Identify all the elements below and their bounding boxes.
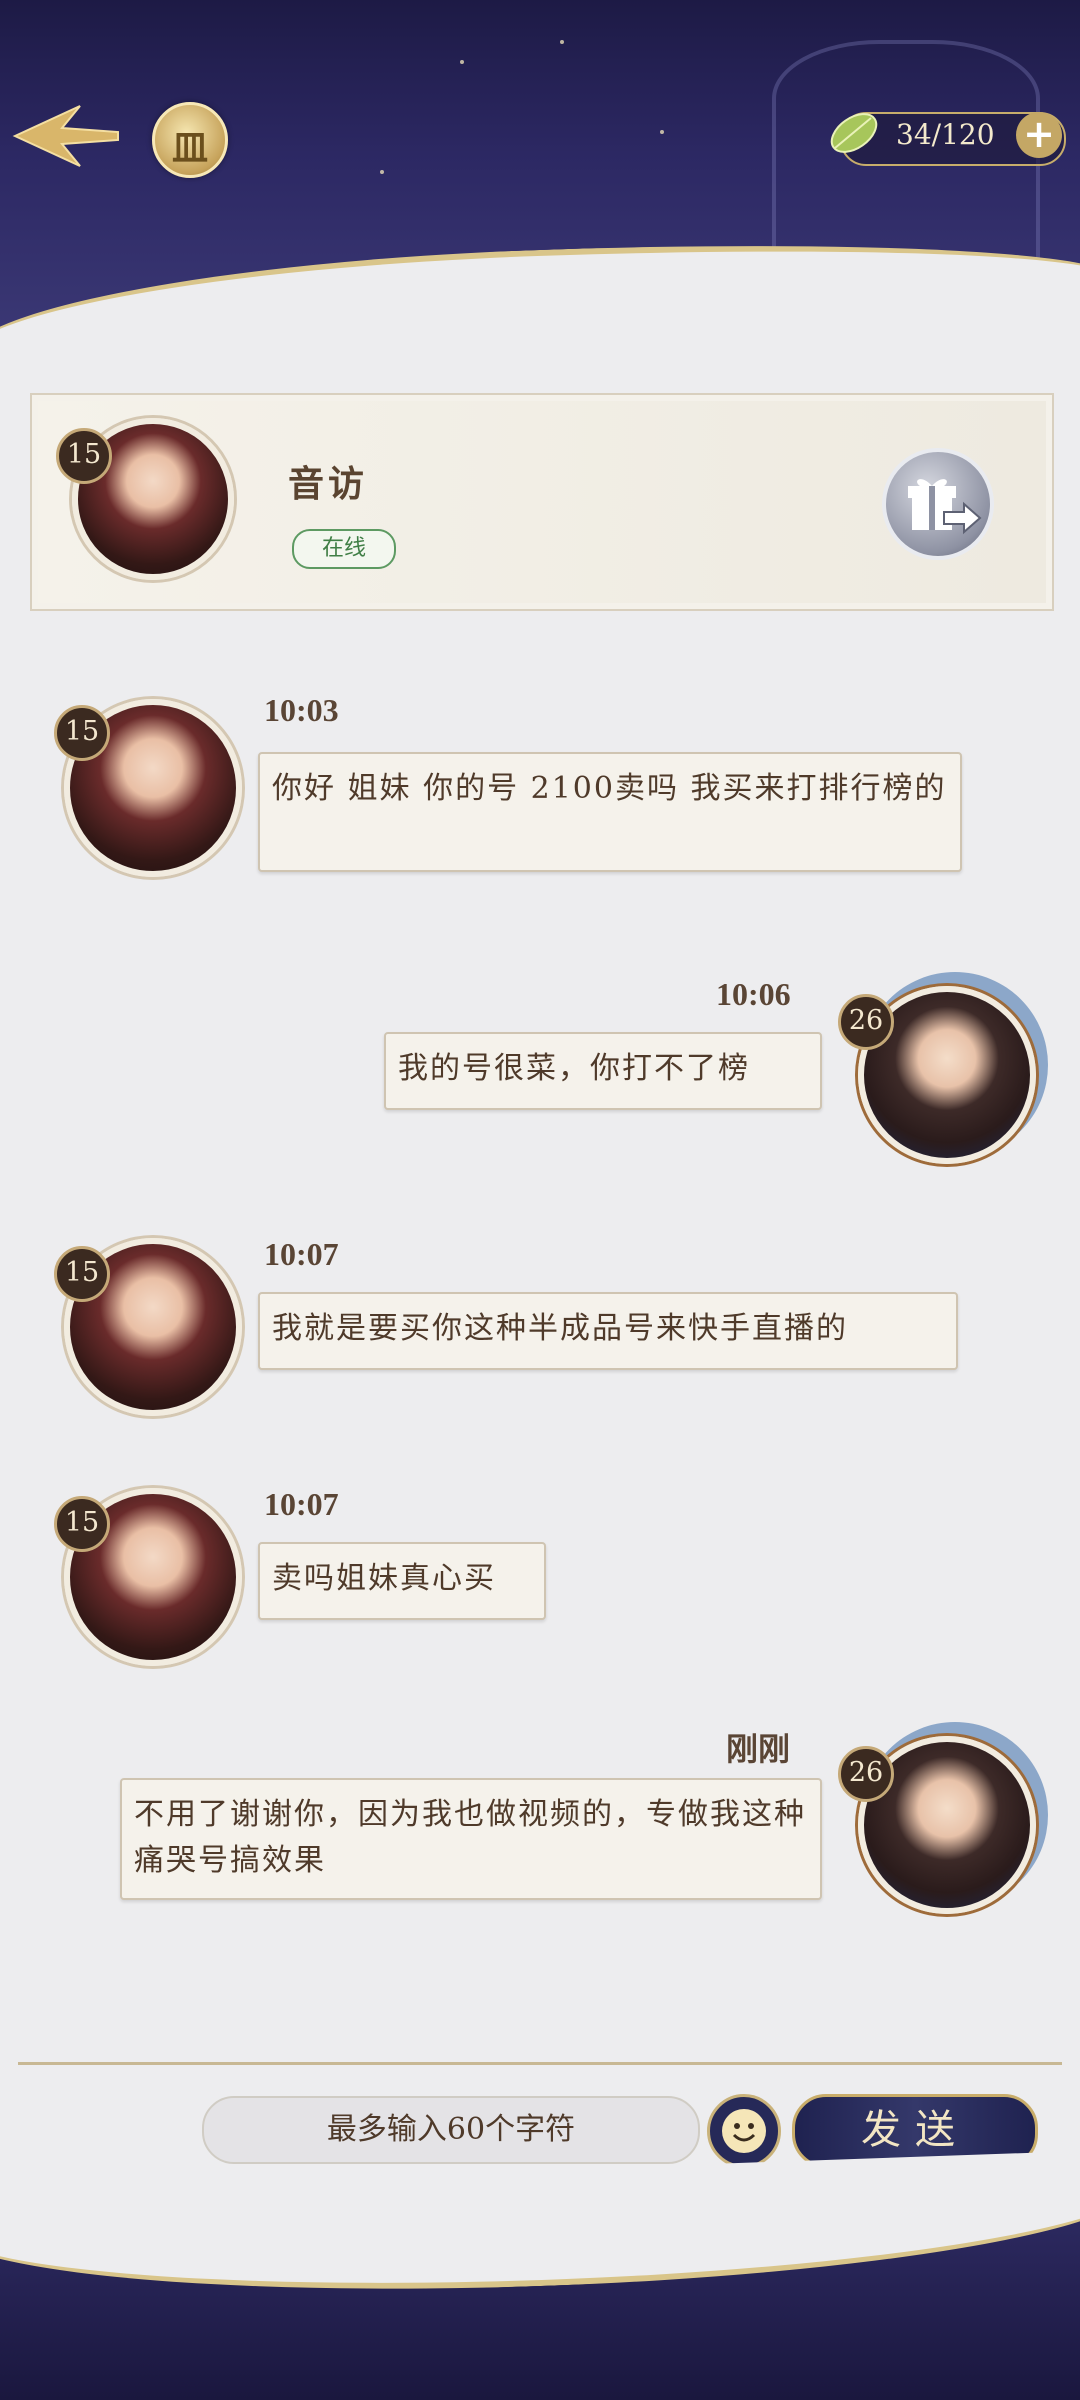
add-energy-button[interactable]: + — [1016, 112, 1062, 158]
contact-name: 音访 — [288, 463, 369, 505]
send-gift-button[interactable] — [882, 448, 994, 560]
star-decoration — [460, 60, 464, 64]
message-bubble-incoming[interactable]: 卖吗姐妹真心买 — [258, 1542, 546, 1620]
emoji-button[interactable] — [707, 2094, 781, 2168]
message-timestamp: 刚刚 — [726, 1731, 791, 1767]
message-input[interactable]: 最多输入60个字符 — [202, 2096, 700, 2164]
message-bubble-incoming[interactable]: 我就是要买你这种半成品号来快手直播的 — [258, 1292, 958, 1370]
gift-icon — [908, 479, 982, 535]
energy-value: 34/120 — [896, 118, 995, 151]
level-badge: 26 — [838, 994, 894, 1050]
level-badge: 15 — [54, 705, 110, 761]
star-decoration — [380, 170, 384, 174]
star-decoration — [660, 130, 664, 134]
message-timestamp: 10:07 — [264, 1236, 339, 1272]
online-status-badge: 在线 — [292, 529, 396, 569]
level-badge: 15 — [54, 1496, 110, 1552]
message-timestamp: 10:07 — [264, 1486, 339, 1522]
leaf-icon — [830, 113, 878, 153]
message-bubble-outgoing[interactable]: 我的号很菜，你打不了榜 — [384, 1032, 822, 1110]
message-timestamp: 10:03 — [264, 692, 339, 728]
star-decoration — [560, 40, 564, 44]
rank-icon[interactable]: 皿 — [152, 102, 228, 178]
message-bubble-outgoing[interactable]: 不用了谢谢你，因为我也做视频的，专做我这种痛哭号搞效果 — [120, 1778, 822, 1900]
arrow-back-icon — [12, 105, 119, 167]
message-timestamp: 10:06 — [716, 976, 791, 1012]
message-bubble-incoming[interactable]: 你好 姐妹 你的号 2100卖吗 我买来打排行榜的 — [258, 752, 962, 872]
level-badge: 15 — [54, 1246, 110, 1302]
level-badge: 26 — [838, 1746, 894, 1802]
back-button[interactable] — [10, 98, 120, 174]
smiley-icon — [722, 2109, 766, 2153]
rank-glyph: 皿 — [171, 128, 208, 169]
level-badge: 15 — [56, 428, 112, 484]
input-divider — [18, 2062, 1062, 2065]
